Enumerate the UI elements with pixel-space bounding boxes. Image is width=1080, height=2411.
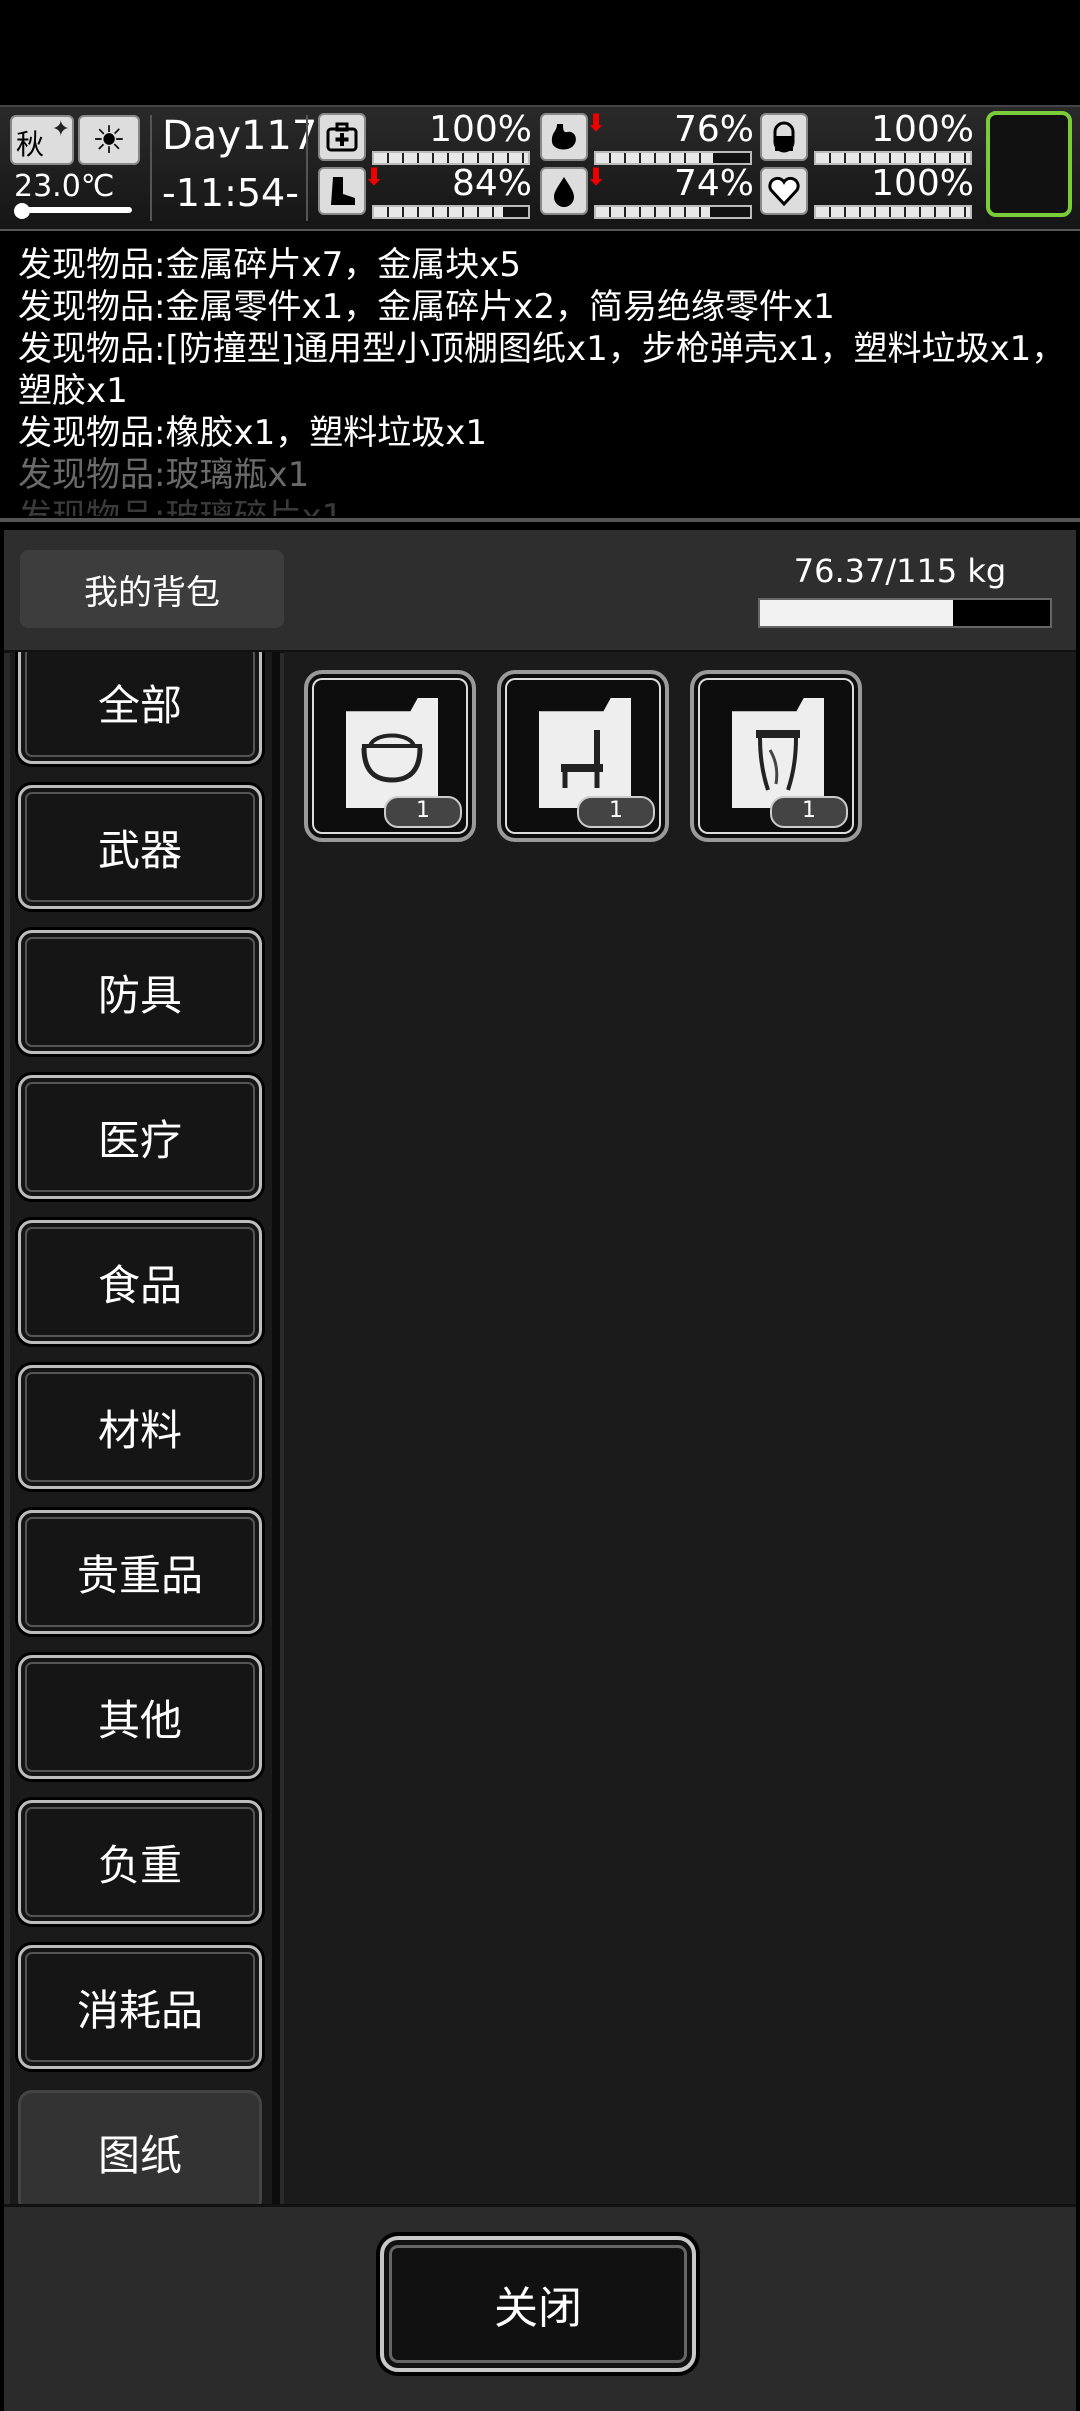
stat-percent: 74% [673,163,754,204]
stat-bar-fill [816,153,970,163]
category-scrollbar[interactable] [272,652,280,2204]
character-portrait[interactable] [986,111,1072,217]
season-label: 秋 [16,128,45,161]
status-hud: 秋 ✦ ☀ 23.0℃ Day117 -11:54- 100% ⬇ 76% 100% ⬇… [0,105,1080,231]
log-line: 发现物品:金属零件x1，金属碎片x2，简易绝缘零件x1 [18,287,835,327]
category-button[interactable]: 全部 [18,652,262,764]
category-button[interactable]: 材料 [18,1365,262,1489]
sun-icon: ☀ [78,115,140,165]
heart-icon [760,167,808,215]
stat-bar [594,205,752,219]
category-button[interactable]: 食品 [18,1220,262,1344]
backpack-tab[interactable]: 我的背包 [20,550,284,628]
log-divider [0,518,1080,522]
category-list[interactable]: 全部武器防具医疗食品材料贵重品其他负重消耗品图纸 [10,652,278,2204]
weight-bar-fill [760,600,953,626]
thermometer-icon [14,203,134,219]
log-line: 发现物品:金属碎片x7，金属块x5 [18,245,521,285]
weight-bar [758,598,1052,628]
stat-percent: 84% [451,163,532,204]
category-button[interactable]: 医疗 [18,1075,262,1199]
category-button[interactable]: 图纸 [18,2090,262,2204]
stat-bar-fill [374,207,504,217]
log-line: 发现物品:橡胶x1，塑料垃圾x1 [18,413,487,453]
item-count-badge: 1 [770,796,848,828]
log-line: 发现物品:[防撞型]通用型小顶棚图纸x1，步枪弹壳x1，塑料垃圾x1，塑胶x1 [18,329,1066,411]
day-counter: Day117 [162,113,318,159]
season-indicator: 秋 ✦ [10,115,74,165]
category-button[interactable]: 其他 [18,1655,262,1779]
stomach-icon [540,113,588,161]
stat-bar [372,205,530,219]
stat-percent: 100% [871,109,974,150]
first-aid-icon [318,113,366,161]
inventory-slot[interactable]: 1 [304,670,476,842]
divider [306,115,308,221]
item-count-badge: 1 [577,796,655,828]
category-button[interactable]: 防具 [18,930,262,1054]
stat-percent: 100% [429,109,532,150]
pill-icon [760,113,808,161]
stat-bar-fill [596,207,710,217]
log-line: 发现物品:玻璃瓶x1 [18,455,310,495]
temperature-label: 23.0℃ [14,169,115,204]
item-count-badge: 1 [384,796,462,828]
stat-percent: 76% [673,109,754,150]
close-button[interactable]: 关闭 [380,2236,696,2372]
category-button[interactable]: 消耗品 [18,1945,262,2069]
stat-bar-fill [816,207,970,217]
water-drop-icon [540,167,588,215]
stat-bar-fill [596,153,714,163]
weight-label: 76.37/115 kg [793,552,1007,590]
category-button[interactable]: 武器 [18,785,262,909]
category-button[interactable]: 负重 [18,1800,262,1924]
inventory-grid: 1 1 1 [284,652,1076,2204]
inventory-slot[interactable]: 1 [497,670,669,842]
event-log: 发现物品:金属碎片x7，金属块x5 发现物品:金属零件x1，金属碎片x2，简易绝… [18,244,1068,516]
leaf-icon: ✦ [51,117,70,142]
inventory-slot[interactable]: 1 [690,670,862,842]
stat-bar [814,205,972,219]
divider [150,115,152,221]
boot-icon [318,167,366,215]
stat-percent: 100% [871,163,974,204]
stat-bar-fill [374,153,528,163]
log-line: 发现物品:玻璃碎片x1 [18,496,1068,516]
category-button[interactable]: 贵重品 [18,1510,262,1634]
game-clock: -11:54- [162,171,299,215]
